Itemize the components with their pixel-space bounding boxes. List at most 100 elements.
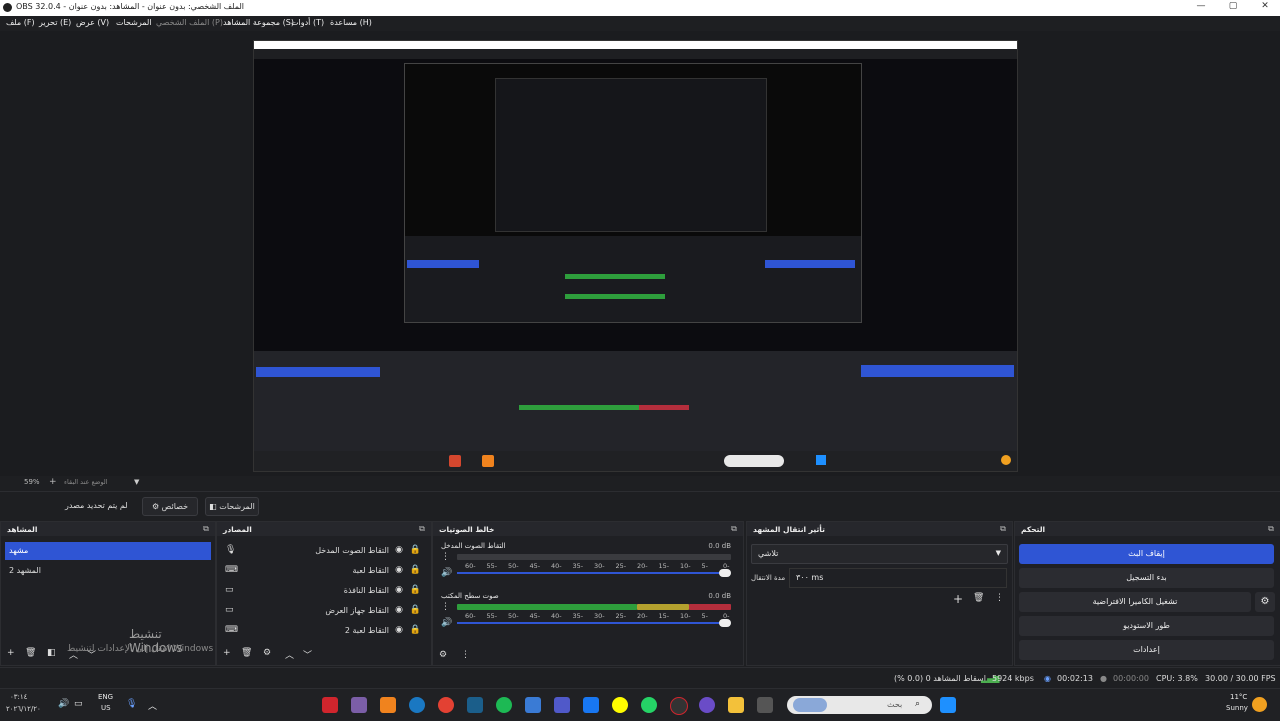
obs-logo-icon — [3, 3, 12, 12]
volume-icon[interactable]: 🔊 — [58, 699, 69, 709]
trash-icon[interactable]: 🗑 — [973, 593, 984, 603]
properties-button[interactable]: ⚙ خصائص — [142, 497, 198, 516]
minimize-button[interactable]: — — [1186, 1, 1216, 15]
controls-title: التحكم — [1021, 525, 1046, 534]
edge-icon[interactable] — [409, 697, 425, 713]
scene-item[interactable]: المشهد 2 — [5, 562, 211, 580]
eye-icon[interactable]: ◉ — [395, 585, 403, 595]
obs-icon[interactable] — [670, 697, 688, 715]
chevron-up-icon[interactable]: ︿ — [285, 648, 294, 661]
eye-icon[interactable]: ◉ — [395, 545, 403, 555]
meter-tick-label: 55- — [486, 612, 498, 620]
chevron-down-icon[interactable]: ﹀ — [303, 648, 312, 661]
network-icon[interactable]: ▭ — [74, 699, 83, 709]
scene-item[interactable]: مشهد — [5, 542, 211, 560]
menu-file[interactable]: ملف (F) — [6, 18, 35, 27]
stop-streaming-button[interactable]: إيقاف البث — [1019, 544, 1274, 564]
volume-slider[interactable] — [457, 622, 727, 624]
start-recording-button[interactable]: بدء التسجيل — [1019, 568, 1274, 588]
whatsapp-icon[interactable] — [641, 697, 657, 713]
menu-help[interactable]: مساعدة (H) — [330, 18, 372, 27]
dock-float-icon[interactable]: ⧉ — [1266, 524, 1276, 534]
record-time: 00:00:00 — [1113, 674, 1149, 683]
menu-tools[interactable]: أدوات (T) — [291, 18, 324, 27]
volume-slider[interactable] — [457, 572, 727, 574]
channel-db: 0.0 dB — [708, 542, 731, 550]
menu-edit[interactable]: تحرير (E) — [39, 18, 71, 27]
muted-speaker-icon[interactable]: 🔊 — [441, 568, 452, 578]
chevron-up-icon[interactable]: ︿ — [148, 699, 157, 712]
menu-scene-collection[interactable]: مجموعة المشاهد (S) — [223, 18, 294, 27]
source-item[interactable]: ⌨ التقاط لعبة 2 ◉ 🔒 — [221, 622, 427, 640]
spotify-icon[interactable] — [496, 697, 512, 713]
source-item[interactable]: ⌨ التقاط لعبة ◉ 🔒 — [221, 562, 427, 580]
lock-icon[interactable]: 🔒 — [410, 545, 421, 555]
zoom-add-button[interactable]: + — [49, 477, 57, 487]
snapchat-icon[interactable] — [612, 697, 628, 713]
menu-view[interactable]: عرض (V) — [76, 18, 109, 27]
eye-icon[interactable]: ◉ — [395, 565, 403, 575]
chrome-icon[interactable] — [438, 697, 454, 713]
filters-button[interactable]: ◧ المرشحات — [205, 497, 259, 516]
more-icon[interactable]: ⋮ — [995, 593, 1004, 603]
filter-icon[interactable]: ◧ — [47, 648, 56, 658]
stream-icon: ◉ — [1044, 674, 1051, 683]
steam-icon[interactable] — [467, 697, 483, 713]
menu-filters[interactable]: المرشحات — [116, 18, 152, 27]
app-icon-red[interactable] — [322, 697, 338, 713]
add-icon[interactable]: + — [223, 648, 231, 658]
preview-scene-select[interactable]: الوضع عند البقاء — [64, 478, 108, 486]
mic-icon[interactable]: 🎙 — [126, 699, 137, 709]
menu-profile[interactable]: الملف الشخصي (P) — [156, 18, 223, 27]
add-icon[interactable]: + — [953, 592, 963, 606]
more-icon[interactable]: ⋮ — [441, 552, 450, 562]
source-item[interactable]: 🎙 التقاط الصوت المدخل ◉ 🔒 — [221, 542, 427, 560]
source-item[interactable]: ▭ التقاط جهاز العرض ◉ 🔒 — [221, 602, 427, 620]
eye-icon[interactable]: ◉ — [395, 625, 403, 635]
source-label: التقاط لعبة 2 — [344, 626, 389, 635]
chevron-down-icon[interactable]: ▼ — [134, 478, 139, 486]
taskbar-search[interactable]: بحث ⌕ — [787, 696, 932, 714]
language-code[interactable]: ENG — [98, 693, 113, 701]
app-icon-violet[interactable] — [699, 697, 715, 713]
add-icon[interactable]: + — [7, 648, 15, 658]
dock-float-icon[interactable]: ⧉ — [417, 524, 427, 534]
sun-icon[interactable] — [1252, 697, 1267, 712]
settings-button[interactable]: إعدادات — [1019, 640, 1274, 660]
gear-icon[interactable]: ⚙ — [439, 650, 447, 660]
trash-icon[interactable]: 🗑 — [25, 648, 36, 658]
studio-mode-button[interactable]: طور الاستوديو — [1019, 616, 1274, 636]
virtual-camera-button[interactable]: تشغيل الكاميرا الافتراضية — [1019, 592, 1251, 612]
calculator-icon[interactable] — [525, 697, 541, 713]
volume-slider-handle[interactable] — [719, 569, 731, 577]
eye-icon[interactable]: ◉ — [395, 605, 403, 615]
transition-select[interactable]: تلاشي ▼ — [751, 544, 1008, 564]
more-icon[interactable]: ⋮ — [441, 602, 450, 612]
dock-float-icon[interactable]: ⧉ — [998, 524, 1008, 534]
gear-icon[interactable]: ⚙ — [263, 648, 271, 658]
teams-icon[interactable] — [554, 697, 570, 713]
close-button[interactable]: ✕ — [1250, 1, 1280, 15]
app-icon-purple[interactable] — [351, 697, 367, 713]
app-icon-gray[interactable] — [757, 697, 773, 713]
zoom-level[interactable]: 59% — [24, 478, 40, 486]
preview-canvas[interactable] — [253, 40, 1018, 472]
maximize-button[interactable]: ▢ — [1218, 1, 1248, 15]
app-icon-orange[interactable] — [380, 697, 396, 713]
more-icon[interactable]: ⋮ — [461, 650, 470, 660]
folder-icon[interactable] — [728, 697, 744, 713]
dock-float-icon[interactable]: ⧉ — [729, 524, 739, 534]
volume-slider-handle[interactable] — [719, 619, 731, 627]
duration-input[interactable]: ٣٠٠ ms — [789, 568, 1007, 588]
lock-icon[interactable]: 🔒 — [410, 605, 421, 615]
speaker-icon[interactable]: 🔊 — [441, 618, 452, 628]
lock-icon[interactable]: 🔒 — [410, 565, 421, 575]
dock-float-icon[interactable]: ⧉ — [201, 524, 211, 534]
trash-icon[interactable]: 🗑 — [241, 648, 252, 658]
lock-icon[interactable]: 🔒 — [410, 585, 421, 595]
gear-icon[interactable]: ⚙ — [1255, 592, 1275, 612]
start-icon[interactable] — [940, 697, 956, 713]
source-item[interactable]: ▭ التقاط النافذة ◉ 🔒 — [221, 582, 427, 600]
lock-icon[interactable]: 🔒 — [410, 625, 421, 635]
mail-icon[interactable] — [583, 697, 599, 713]
